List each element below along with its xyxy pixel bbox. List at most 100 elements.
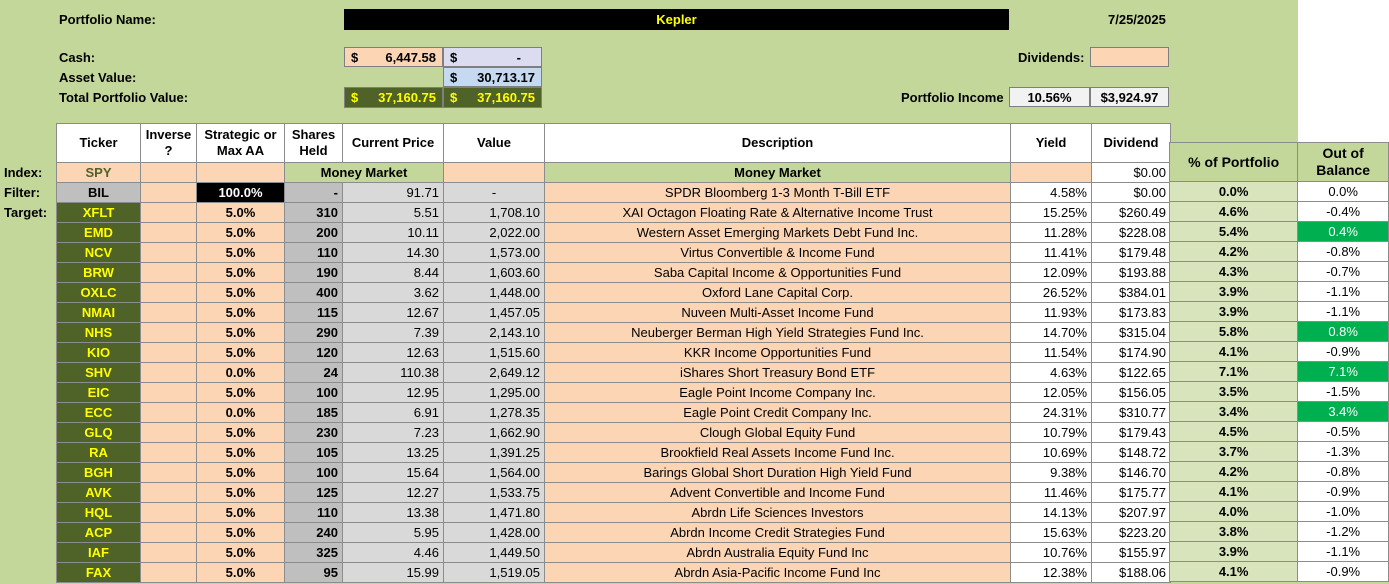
aa-cell[interactable]: 5.0% xyxy=(196,262,285,283)
dividends-field[interactable] xyxy=(1090,47,1169,67)
aa-cell[interactable]: 0.0% xyxy=(196,402,285,423)
value-cell[interactable]: 1,603.60 xyxy=(443,262,545,283)
out-of-balance-cell[interactable]: -0.8% xyxy=(1297,241,1389,262)
value-cell[interactable]: 1,564.00 xyxy=(443,462,545,483)
filter-pct-cell[interactable]: 0.0% xyxy=(1168,181,1299,202)
yield-cell[interactable]: 10.79% xyxy=(1010,422,1092,443)
shares-cell[interactable]: 325 xyxy=(284,542,343,563)
out-of-balance-cell[interactable]: -1.2% xyxy=(1297,521,1389,542)
shares-cell[interactable]: 290 xyxy=(284,322,343,343)
price-cell[interactable]: 10.11 xyxy=(342,222,444,243)
value-cell[interactable]: 1,295.00 xyxy=(443,382,545,403)
value-cell[interactable]: 2,022.00 xyxy=(443,222,545,243)
pct-portfolio-cell[interactable]: 3.9% xyxy=(1168,301,1299,322)
yield-cell[interactable]: 10.76% xyxy=(1010,542,1092,563)
pct-portfolio-cell[interactable]: 4.3% xyxy=(1168,261,1299,282)
yield-cell[interactable]: 12.05% xyxy=(1010,382,1092,403)
description-cell[interactable]: Western Asset Emerging Markets Debt Fund… xyxy=(544,222,1011,243)
price-cell[interactable]: 4.46 xyxy=(342,542,444,563)
pct-portfolio-cell[interactable]: 5.8% xyxy=(1168,321,1299,342)
ticker-cell[interactable]: NHS xyxy=(56,322,141,343)
aa-cell[interactable]: 5.0% xyxy=(196,442,285,463)
shares-cell[interactable]: 230 xyxy=(284,422,343,443)
inverse-cell[interactable] xyxy=(140,322,197,343)
ticker-cell[interactable]: XFLT xyxy=(56,202,141,223)
pct-portfolio-cell[interactable]: 3.9% xyxy=(1168,541,1299,562)
pct-portfolio-cell[interactable]: 7.1% xyxy=(1168,361,1299,382)
description-cell[interactable]: Abrdn Life Sciences Investors xyxy=(544,502,1011,523)
inverse-cell[interactable] xyxy=(140,482,197,503)
price-cell[interactable]: 13.38 xyxy=(342,502,444,523)
dividend-cell[interactable]: $310.77 xyxy=(1091,402,1171,423)
value-cell[interactable]: 1,573.00 xyxy=(443,242,545,263)
ticker-cell[interactable]: SHV xyxy=(56,362,141,383)
out-of-balance-cell[interactable]: -1.3% xyxy=(1297,441,1389,462)
pct-portfolio-cell[interactable]: 4.1% xyxy=(1168,481,1299,502)
shares-cell[interactable]: 400 xyxy=(284,282,343,303)
shares-cell[interactable]: 120 xyxy=(284,342,343,363)
out-of-balance-cell[interactable]: 3.4% xyxy=(1297,401,1389,422)
price-cell[interactable]: 7.39 xyxy=(342,322,444,343)
portfolio-name-field[interactable]: Kepler xyxy=(344,9,1009,30)
dividend-cell[interactable]: $179.48 xyxy=(1091,242,1171,263)
col-header-price[interactable]: Current Price xyxy=(342,123,444,163)
value-cell[interactable]: 1,448.00 xyxy=(443,282,545,303)
dividend-cell[interactable]: $146.70 xyxy=(1091,462,1171,483)
price-cell[interactable]: 12.95 xyxy=(342,382,444,403)
value-cell[interactable]: 1,457.05 xyxy=(443,302,545,323)
description-cell[interactable]: Nuveen Multi-Asset Income Fund xyxy=(544,302,1011,323)
value-cell[interactable]: 2,143.10 xyxy=(443,322,545,343)
price-cell[interactable]: 6.91 xyxy=(342,402,444,423)
ticker-cell[interactable]: FAX xyxy=(56,562,141,583)
pct-portfolio-cell[interactable]: 5.4% xyxy=(1168,221,1299,242)
dividend-cell[interactable]: $175.77 xyxy=(1091,482,1171,503)
filter-price-cell[interactable]: 91.71 xyxy=(342,182,444,203)
out-of-balance-cell[interactable]: -0.9% xyxy=(1297,561,1389,582)
aa-cell[interactable]: 5.0% xyxy=(196,382,285,403)
price-cell[interactable]: 15.64 xyxy=(342,462,444,483)
pct-portfolio-cell[interactable]: 4.0% xyxy=(1168,501,1299,522)
yield-cell[interactable]: 14.70% xyxy=(1010,322,1092,343)
shares-cell[interactable]: 100 xyxy=(284,382,343,403)
dividend-cell[interactable]: $179.43 xyxy=(1091,422,1171,443)
inverse-cell[interactable] xyxy=(140,202,197,223)
price-cell[interactable]: 5.51 xyxy=(342,202,444,223)
description-cell[interactable]: Eagle Point Credit Company Inc. xyxy=(544,402,1011,423)
dividend-cell[interactable]: $155.97 xyxy=(1091,542,1171,563)
pct-portfolio-cell[interactable]: 3.4% xyxy=(1168,401,1299,422)
inverse-cell[interactable] xyxy=(140,222,197,243)
out-of-balance-cell[interactable]: -1.0% xyxy=(1297,501,1389,522)
ticker-cell[interactable]: GLQ xyxy=(56,422,141,443)
price-cell[interactable]: 7.23 xyxy=(342,422,444,443)
out-of-balance-cell[interactable]: -0.5% xyxy=(1297,421,1389,442)
out-of-balance-cell[interactable]: -1.1% xyxy=(1297,301,1389,322)
index-yield-cell[interactable] xyxy=(1010,162,1092,183)
dividend-cell[interactable]: $228.08 xyxy=(1091,222,1171,243)
ticker-cell[interactable]: ECC xyxy=(56,402,141,423)
description-cell[interactable]: Virtus Convertible & Income Fund xyxy=(544,242,1011,263)
value-cell[interactable]: 1,519.05 xyxy=(443,562,545,583)
ticker-cell[interactable]: IAF xyxy=(56,542,141,563)
aa-cell[interactable]: 5.0% xyxy=(196,222,285,243)
price-cell[interactable]: 3.62 xyxy=(342,282,444,303)
aa-cell[interactable]: 0.0% xyxy=(196,362,285,383)
value-cell[interactable]: 1,662.90 xyxy=(443,422,545,443)
aa-cell[interactable]: 5.0% xyxy=(196,462,285,483)
yield-cell[interactable]: 9.38% xyxy=(1010,462,1092,483)
yield-cell[interactable]: 10.69% xyxy=(1010,442,1092,463)
dividend-cell[interactable]: $315.04 xyxy=(1091,322,1171,343)
index-dividend-cell[interactable]: $0.00 xyxy=(1091,162,1171,183)
aa-cell[interactable]: 5.0% xyxy=(196,502,285,523)
aa-cell[interactable]: 5.0% xyxy=(196,322,285,343)
aa-cell[interactable]: 5.0% xyxy=(196,302,285,323)
total-value-cell[interactable]: $ 37,160.75 xyxy=(344,87,443,108)
filter-ticker-cell[interactable]: BIL xyxy=(56,182,141,203)
ticker-cell[interactable]: EIC xyxy=(56,382,141,403)
filter-dividend-cell[interactable]: $0.00 xyxy=(1091,182,1171,203)
yield-cell[interactable]: 14.13% xyxy=(1010,502,1092,523)
shares-cell[interactable]: 95 xyxy=(284,562,343,583)
yield-cell[interactable]: 15.25% xyxy=(1010,202,1092,223)
value-cell[interactable]: 1,449.50 xyxy=(443,542,545,563)
pct-portfolio-cell[interactable]: 3.5% xyxy=(1168,381,1299,402)
yield-cell[interactable]: 26.52% xyxy=(1010,282,1092,303)
